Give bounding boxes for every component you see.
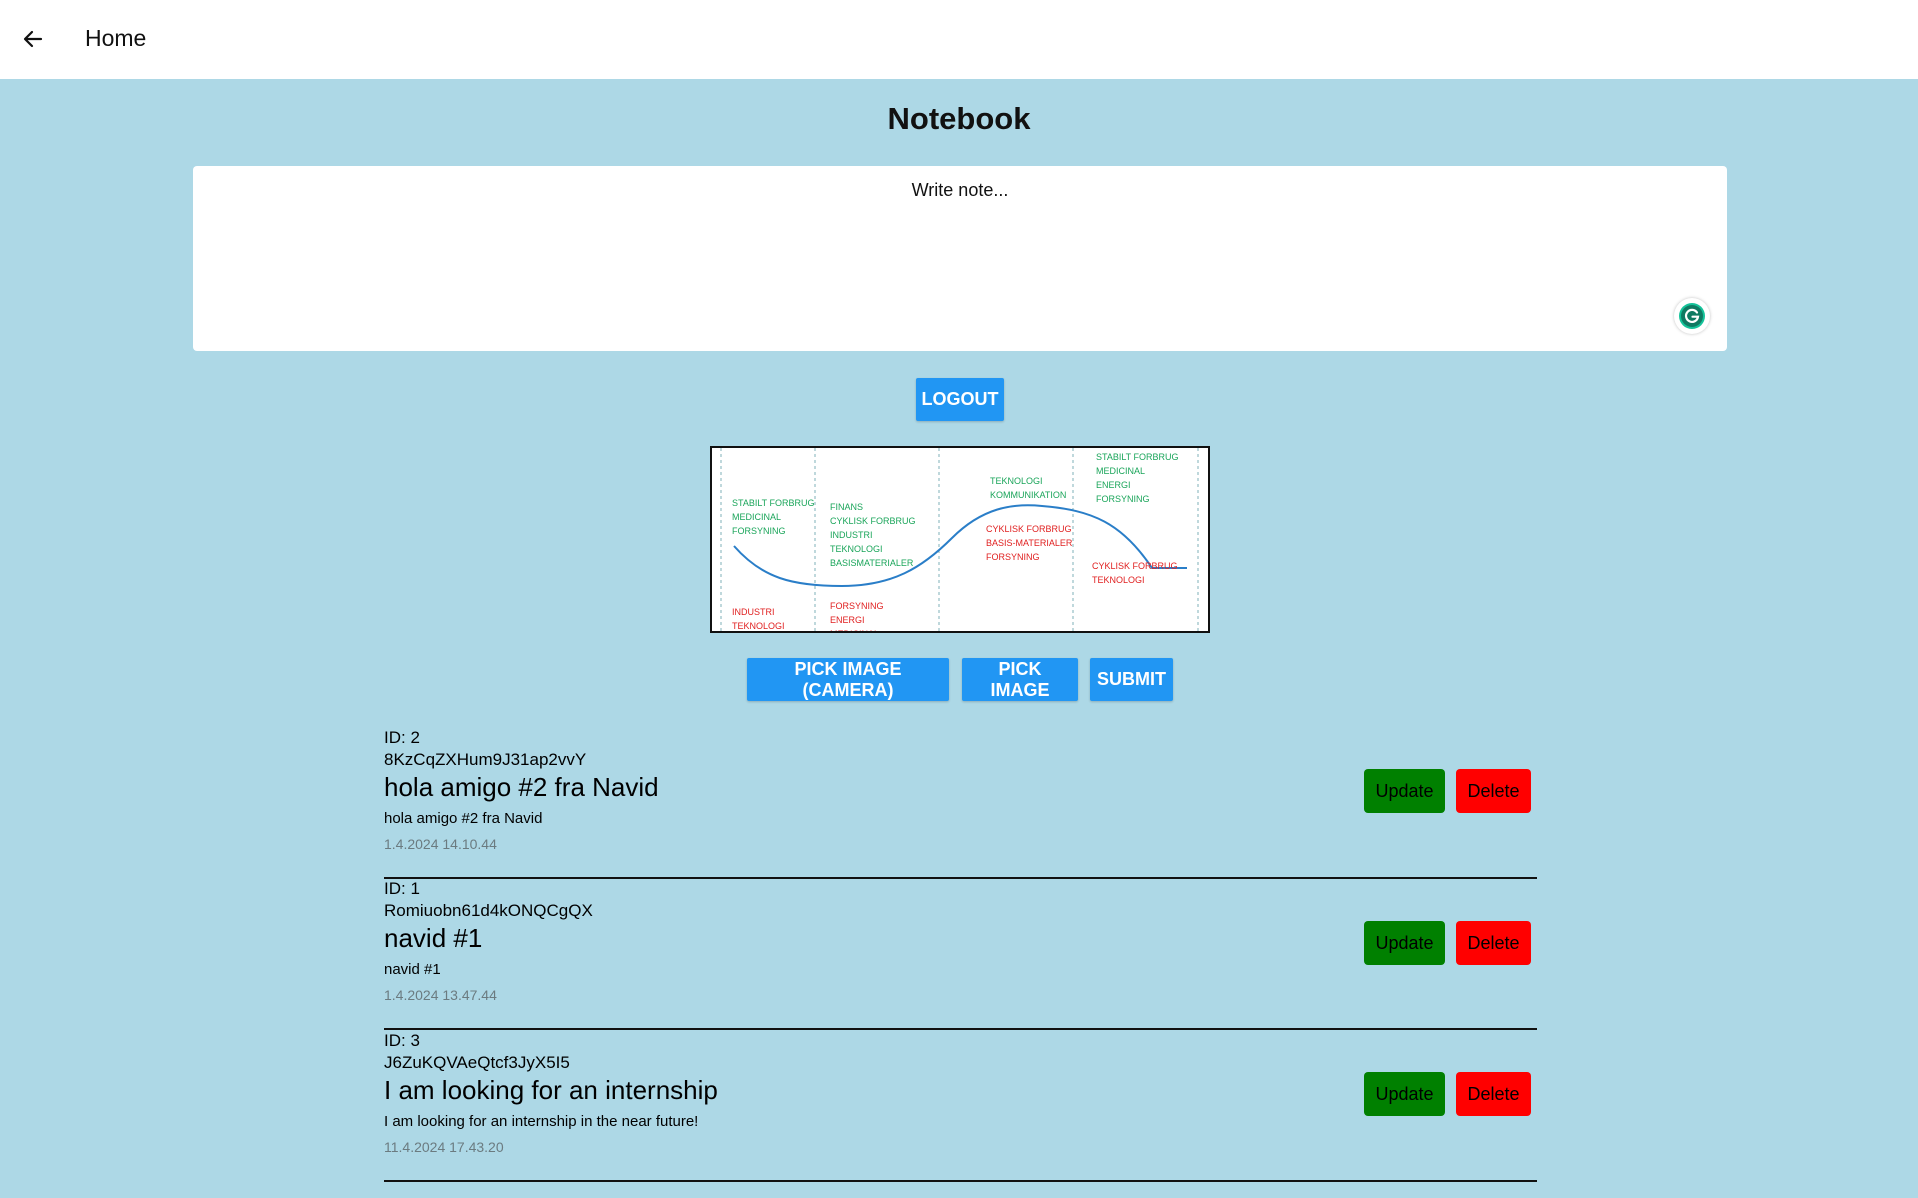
note-title: navid #1 [384,923,483,953]
preview-red-label: CYKLISK FORBRUG [1092,561,1178,571]
logout-button[interactable]: LOGOUT [916,378,1004,421]
delete-button[interactable]: Delete [1456,1072,1531,1116]
note-list-item: ID: 1 Romiuobn61d4kONQCgQX navid #1 navi… [384,879,1537,1030]
note-input-container [193,166,1727,351]
preview-red-label: TEKNOLOGI [1092,575,1145,585]
note-id: ID: 3 [384,1031,420,1050]
preview-green-label: ENERGI [1096,480,1131,490]
submit-button[interactable]: SUBMIT [1090,658,1173,701]
app-header: Home [0,0,1918,79]
preview-green-label: CYKLISK FORBRUG [830,516,916,526]
note-key: 8KzCqZXHum9J31ap2vvY [384,750,587,769]
preview-green-label: MEDICINAL [1096,466,1145,476]
preview-red-label: MEDICINAL [830,629,879,631]
update-button[interactable]: Update [1364,921,1445,965]
note-input[interactable] [193,166,1727,351]
delete-button[interactable]: Delete [1456,769,1531,813]
update-button[interactable]: Update [1364,1072,1445,1116]
note-id: ID: 1 [384,879,420,898]
preview-red-label: BASIS-MATERIALER [986,538,1073,548]
note-list-item: ID: 2 8KzCqZXHum9J31ap2vvY hola amigo #2… [384,728,1537,879]
note-key: J6ZuKQVAeQtcf3JyX5I5 [384,1053,570,1072]
preview-red-label: FORSYNING [830,601,884,611]
note-date: 1.4.2024 14.10.44 [384,836,497,852]
header-title: Home [85,25,147,51]
grammarly-icon[interactable] [1674,298,1710,334]
preview-red-label: TEKNOLOGI [732,621,785,631]
delete-button[interactable]: Delete [1456,921,1531,965]
note-date: 1.4.2024 13.47.44 [384,987,497,1003]
image-preview: STABILT FORBRUG MEDICINAL FORSYNING FINANS C… [710,446,1210,633]
note-title: I am looking for an internship [384,1075,718,1105]
note-list-item: ID: 3 J6ZuKQVAeQtcf3JyX5I5 I am looking … [384,1031,1537,1182]
preview-red-label: FORSYNING [986,552,1040,562]
preview-green-label: FORSYNING [1096,494,1150,504]
pick-image-camera-button[interactable]: PICK IMAGE (CAMERA) [747,658,949,701]
preview-green-label: TEKNOLOGI [990,476,1043,486]
preview-red-label: ENERGI [830,615,865,625]
note-title: hola amigo #2 fra Navid [384,772,659,802]
preview-green-label: MEDICINAL [732,512,781,522]
preview-green-label: STABILT FORBRUG [732,498,815,508]
note-key: Romiuobn61d4kONQCgQX [384,901,593,920]
note-body: navid #1 [384,961,441,978]
preview-green-label: FORSYNING [732,526,786,536]
note-date: 11.4.2024 17.43.20 [384,1139,504,1155]
preview-green-label: KOMMUNIKATION [990,490,1066,500]
arrow-left-icon [23,30,43,48]
page-title: Notebook [887,101,1031,136]
update-button[interactable]: Update [1364,769,1445,813]
preview-chart-image: STABILT FORBRUG MEDICINAL FORSYNING FINANS C… [720,448,1199,631]
pick-image-button[interactable]: PICK IMAGE [962,658,1078,701]
note-body: I am looking for an internship in the ne… [384,1113,699,1130]
preview-green-label: FINANS [830,502,863,512]
preview-green-label: TEKNOLOGI [830,544,883,554]
preview-red-label: CYKLISK FORBRUG [986,524,1072,534]
preview-green-label: BASISMATERIALER [830,558,914,568]
note-id: ID: 2 [384,728,420,747]
back-button[interactable] [18,24,48,54]
note-body: hola amigo #2 fra Navid [384,810,543,827]
preview-green-label: INDUSTRI [830,530,873,540]
preview-green-label: STABILT FORBRUG [1096,452,1179,462]
preview-red-label: INDUSTRI [732,607,775,617]
